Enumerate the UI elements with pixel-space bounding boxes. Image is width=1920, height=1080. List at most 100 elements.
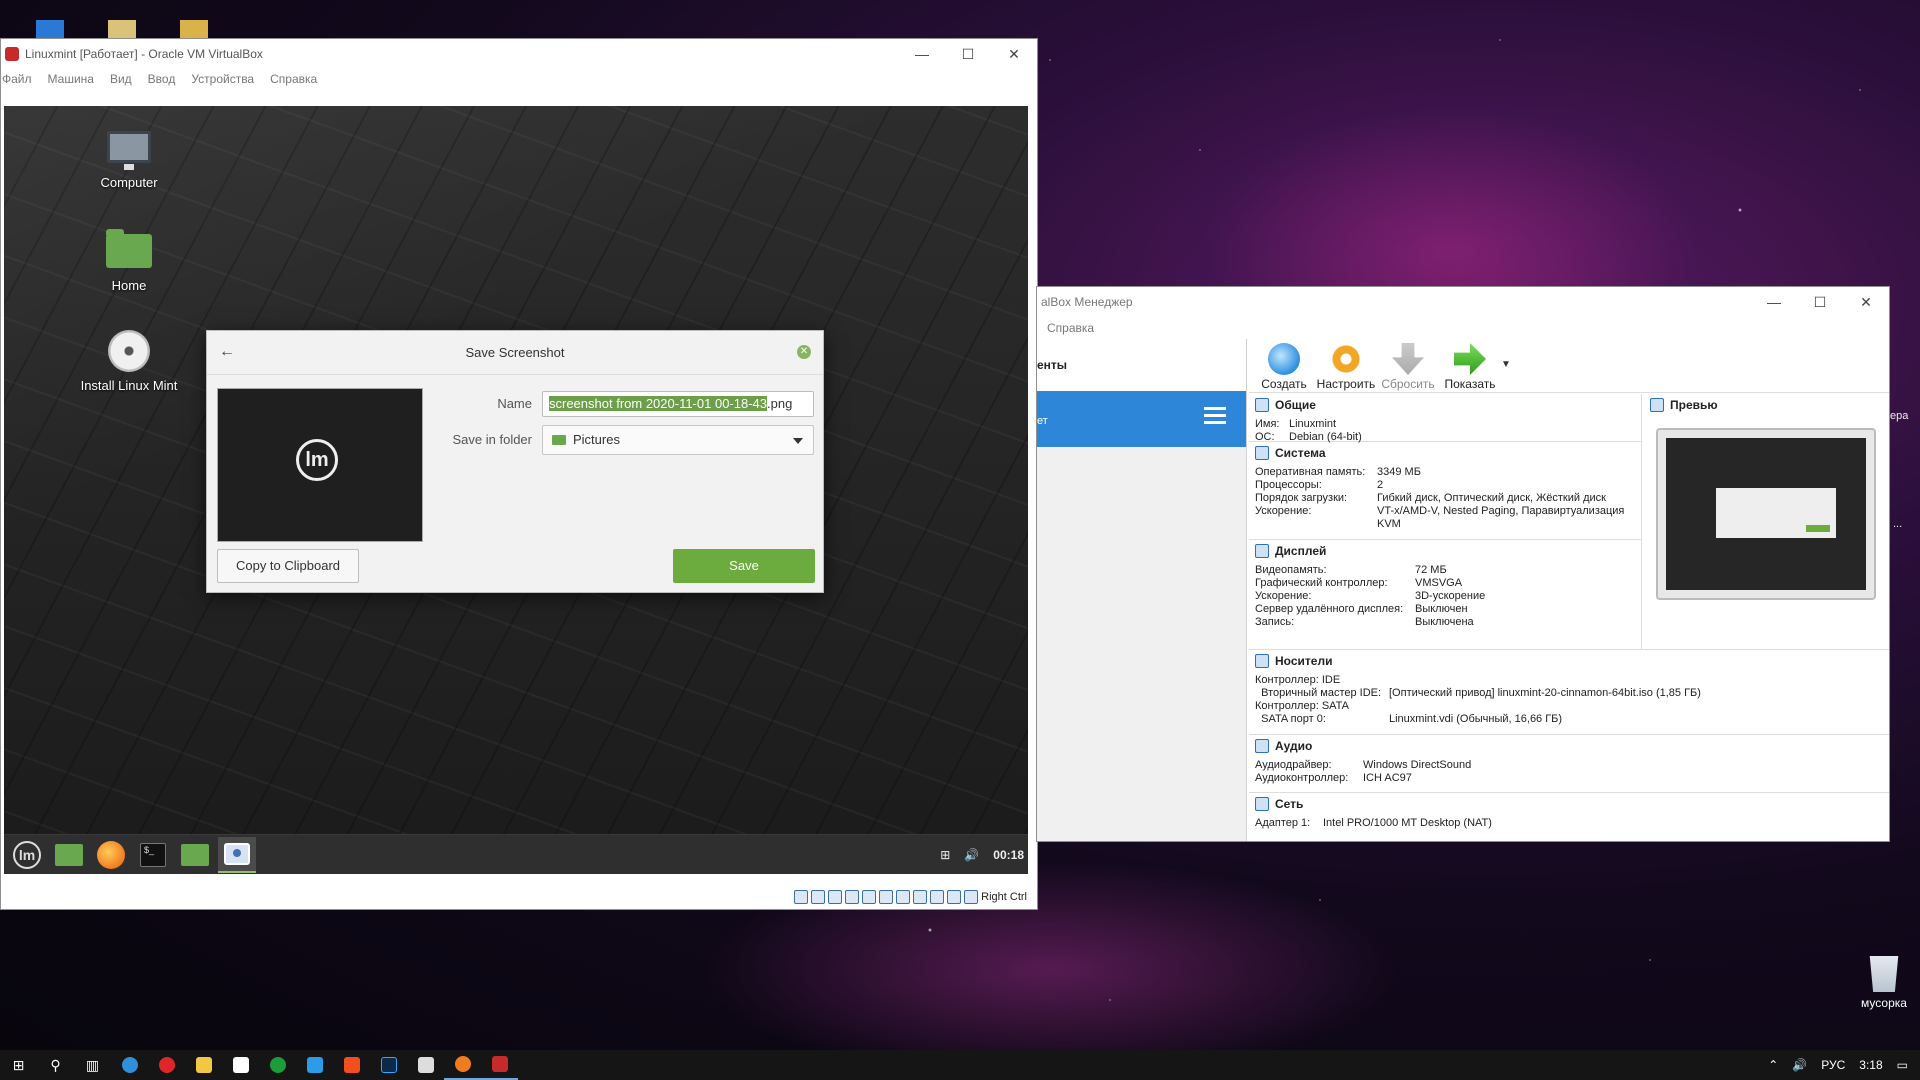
vtx-status-icon[interactable] bbox=[930, 890, 945, 904]
save-button[interactable]: Save bbox=[673, 549, 815, 583]
preview-title[interactable]: Превью bbox=[1670, 398, 1718, 412]
storage-icon bbox=[1255, 654, 1269, 668]
mint-menu-button[interactable]: lm bbox=[8, 837, 46, 873]
detail-key: Контроллер: IDE bbox=[1255, 674, 1341, 686]
xbox-icon[interactable] bbox=[259, 1050, 296, 1080]
settings-button[interactable]: Настроить bbox=[1315, 339, 1377, 391]
menu-file[interactable]: Файл bbox=[2, 72, 32, 86]
dialog-title: Save Screenshot bbox=[465, 345, 565, 360]
menu-machine[interactable]: Машина bbox=[48, 72, 94, 86]
network-icon bbox=[1255, 797, 1269, 811]
manager-titlebar[interactable]: alBox Менеджер — ☐ ✕ bbox=[1037, 287, 1889, 317]
audio-status-icon[interactable] bbox=[828, 890, 843, 904]
section-title[interactable]: Общие bbox=[1275, 398, 1316, 412]
tools-item[interactable]: енты bbox=[1037, 339, 1246, 391]
mouse-integration-status-icon[interactable] bbox=[947, 890, 962, 904]
mint-logo-icon: lm bbox=[296, 439, 338, 481]
minimize-button[interactable]: — bbox=[1751, 287, 1797, 317]
menu-view[interactable]: Вид bbox=[110, 72, 132, 86]
opera-browser-icon[interactable] bbox=[148, 1050, 185, 1080]
copy-to-clipboard-button[interactable]: Copy to Clipboard bbox=[217, 549, 359, 583]
task-view-icon[interactable]: ▥ bbox=[74, 1050, 111, 1080]
shared-folders-status-icon[interactable] bbox=[879, 890, 894, 904]
firefox-taskbar-icon[interactable] bbox=[444, 1050, 481, 1080]
notification-icon[interactable]: ▭ bbox=[1897, 1058, 1908, 1072]
detail-key: Сервер удалённого дисплея: bbox=[1255, 603, 1404, 615]
vm-titlebar[interactable]: Linuxmint [Работает] - Oracle VM Virtual… bbox=[1, 39, 1037, 69]
filename-input[interactable]: screenshot from 2020-11-01 00-18-43.png bbox=[542, 391, 814, 417]
photoshop-icon[interactable] bbox=[370, 1050, 407, 1080]
section-title[interactable]: Сеть bbox=[1275, 797, 1303, 811]
file-explorer-icon[interactable] bbox=[185, 1050, 222, 1080]
virtualbox-taskbar-icon[interactable] bbox=[481, 1050, 518, 1080]
search-icon[interactable]: ⚲ bbox=[37, 1050, 74, 1080]
settings-icon bbox=[1330, 343, 1362, 375]
edge-browser-icon[interactable] bbox=[111, 1050, 148, 1080]
maximize-button[interactable]: ☐ bbox=[945, 39, 991, 69]
display-status-icon[interactable] bbox=[896, 890, 911, 904]
network-status-icon[interactable] bbox=[845, 890, 860, 904]
desktop-icon-install[interactable]: Install Linux Mint bbox=[74, 330, 184, 393]
menu-help[interactable]: Справка bbox=[270, 72, 317, 86]
back-arrow-icon[interactable]: ← bbox=[219, 343, 239, 363]
recycle-bin[interactable]: мусорка bbox=[1852, 952, 1916, 1010]
close-button[interactable]: ✕ bbox=[1843, 287, 1889, 317]
vm-menubar: Файл Машина Вид Ввод Устройства Справка bbox=[1, 69, 1037, 89]
recording-status-icon[interactable] bbox=[913, 890, 928, 904]
show-button[interactable]: Показать bbox=[1439, 339, 1501, 391]
files-button[interactable] bbox=[176, 837, 214, 873]
store-icon[interactable] bbox=[222, 1050, 259, 1080]
section-title[interactable]: Дисплей bbox=[1275, 544, 1326, 558]
section-title[interactable]: Носители bbox=[1275, 654, 1332, 668]
close-button[interactable]: ✕ bbox=[991, 39, 1037, 69]
desktop-icon-computer[interactable]: Computer bbox=[74, 131, 184, 190]
host-desktop-label-fragment: ера bbox=[1890, 410, 1909, 422]
app-icon[interactable] bbox=[296, 1050, 333, 1080]
chevron-up-icon[interactable]: ⌃ bbox=[1768, 1058, 1778, 1072]
maximize-button[interactable]: ☐ bbox=[1797, 287, 1843, 317]
section-title[interactable]: Аудио bbox=[1275, 739, 1312, 753]
vm-list-item-linuxmint[interactable]: ет bbox=[1037, 391, 1246, 447]
network-icon[interactable]: ⊞ bbox=[940, 848, 950, 862]
guest-screen[interactable]: Computer Home Install Linux Mint ← Save … bbox=[4, 106, 1028, 874]
manager-window: alBox Менеджер — ☐ ✕ Справка енты ет Соз… bbox=[1036, 286, 1890, 842]
new-vm-button[interactable]: Создать bbox=[1253, 339, 1315, 391]
guest-clock[interactable]: 00:18 bbox=[993, 848, 1024, 862]
folder-select[interactable]: Pictures bbox=[542, 425, 814, 455]
discard-button[interactable]: Сбросить bbox=[1377, 339, 1439, 391]
terminal-icon: $_ bbox=[140, 842, 166, 867]
show-dropdown-chevron-icon[interactable]: ▼ bbox=[1501, 339, 1511, 370]
figma-icon[interactable] bbox=[333, 1050, 370, 1080]
hard-disk-status-icon[interactable] bbox=[794, 890, 809, 904]
menu-help[interactable]: Справка bbox=[1047, 321, 1094, 335]
host-desktop-icon[interactable] bbox=[36, 20, 64, 38]
volume-icon[interactable]: 🔊 bbox=[964, 848, 979, 862]
firefox-button[interactable] bbox=[92, 837, 130, 873]
start-button[interactable]: ⊞ bbox=[0, 1050, 37, 1080]
volume-icon[interactable]: 🔊 bbox=[1792, 1058, 1807, 1072]
keyboard-status-icon[interactable] bbox=[964, 890, 979, 904]
screenshot-preview: lm bbox=[217, 388, 423, 542]
section-title[interactable]: Система bbox=[1275, 446, 1326, 460]
usb-status-icon[interactable] bbox=[862, 890, 877, 904]
dialog-close-icon[interactable]: ✕ bbox=[797, 345, 811, 359]
screenshot-app-button[interactable] bbox=[218, 836, 256, 873]
menu-input[interactable]: Ввод bbox=[148, 72, 176, 86]
terminal-button[interactable]: $_ bbox=[134, 837, 172, 873]
language-indicator[interactable]: РУС bbox=[1821, 1058, 1845, 1072]
show-desktop-button[interactable] bbox=[50, 837, 88, 873]
system-clock[interactable]: 3:18 bbox=[1859, 1058, 1882, 1072]
manager-toolbar: Создать Настроить Сбросить Показать ▼ bbox=[1249, 339, 1889, 393]
optical-drive-status-icon[interactable] bbox=[811, 890, 826, 904]
host-desktop-icon[interactable] bbox=[180, 20, 208, 38]
detail-key: Контроллер: SATA bbox=[1255, 700, 1349, 712]
vm-window: Linuxmint [Работает] - Oracle VM Virtual… bbox=[0, 38, 1038, 910]
minimize-button[interactable]: — bbox=[899, 39, 945, 69]
app-cube-icon[interactable] bbox=[407, 1050, 444, 1080]
list-menu-icon[interactable] bbox=[1204, 407, 1226, 429]
desktop-icon-home[interactable]: Home bbox=[74, 229, 184, 293]
detail-value: Debian (64-bit) bbox=[1289, 431, 1362, 443]
host-desktop-icon[interactable] bbox=[108, 20, 136, 38]
details-pane: Общие Имя: Linuxmint ОС: Debian (64-bit) С… bbox=[1249, 394, 1641, 638]
menu-devices[interactable]: Устройства bbox=[191, 72, 254, 86]
